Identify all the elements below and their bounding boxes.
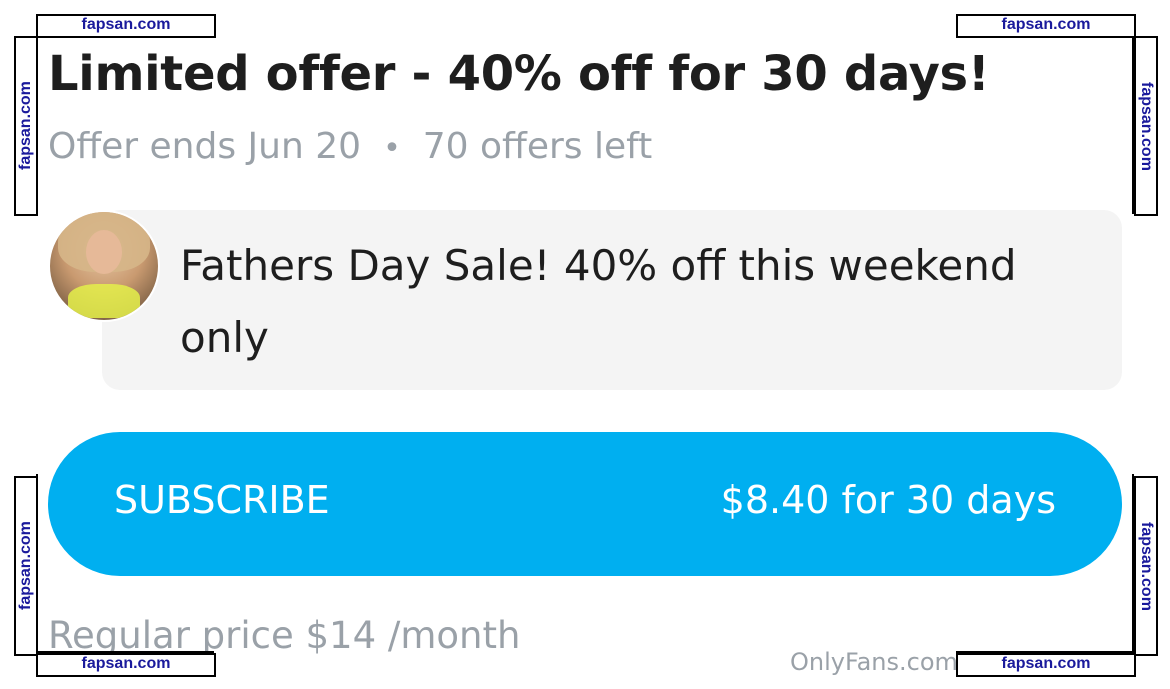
watermark-right-bottom: fapsan.com [1134, 476, 1158, 656]
offers-remaining: 70 offers left [422, 126, 653, 167]
watermark-left-bottom: fapsan.com [14, 476, 38, 656]
watermark-text: fapsan.com [17, 81, 34, 170]
watermark-text: fapsan.com [1138, 522, 1155, 611]
subscribe-price: $8.40 for 30 days [720, 478, 1056, 522]
watermark-text: fapsan.com [1138, 82, 1155, 171]
subscribe-label: SUBSCRIBE [114, 478, 330, 522]
watermark-bottom-right: fapsan.com [956, 653, 1136, 677]
subscribe-button[interactable]: SUBSCRIBE $8.40 for 30 days [48, 432, 1122, 576]
avatar[interactable] [48, 210, 160, 322]
watermark-top-left: fapsan.com [36, 14, 216, 38]
watermark-top-right: fapsan.com [956, 14, 1136, 38]
promo-message-text: Fathers Day Sale! 40% off this weekend o… [180, 241, 1017, 362]
offer-meta: Offer ends Jun 20 • 70 offers left [48, 126, 652, 167]
watermark-text: fapsan.com [17, 521, 34, 610]
avatar-clothing [68, 284, 140, 318]
watermark-left-top: fapsan.com [14, 36, 38, 216]
watermark-right-top: fapsan.com [1134, 36, 1158, 216]
offer-end-date: Offer ends Jun 20 [48, 126, 362, 167]
avatar-face [86, 230, 122, 274]
footer-brand: OnlyFans.com [790, 648, 958, 676]
watermark-bottom-left: fapsan.com [36, 653, 216, 677]
meta-separator: • [383, 131, 401, 166]
offer-title: Limited offer - 40% off for 30 days! [48, 46, 990, 102]
